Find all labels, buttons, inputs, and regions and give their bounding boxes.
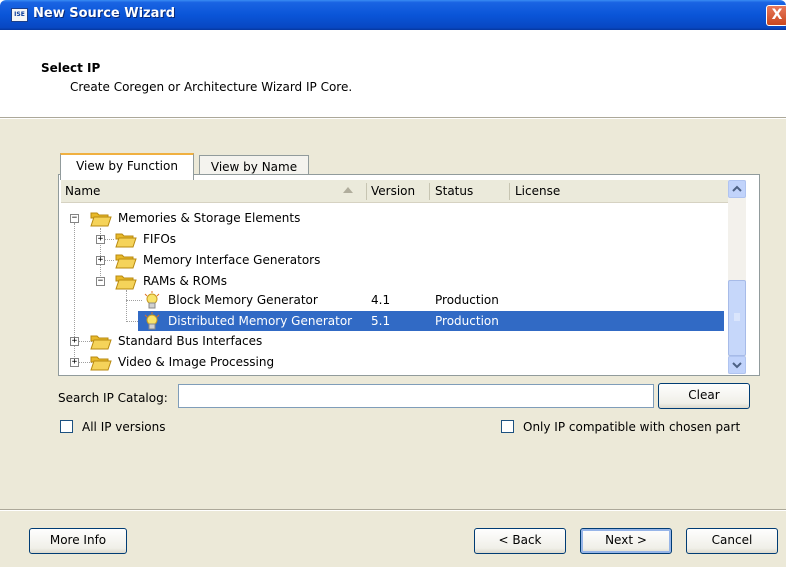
- wizard-header: Select IP Create Coregen or Architecture…: [0, 30, 786, 118]
- column-license-label: License: [515, 184, 561, 198]
- tree-item-memory-interface-generators[interactable]: Memory Interface Generators: [143, 250, 320, 270]
- scroll-thumb[interactable]: [728, 280, 746, 356]
- all-ip-versions-checkbox[interactable]: [60, 420, 73, 433]
- cancel-button[interactable]: Cancel: [686, 528, 778, 554]
- tree-line: [104, 239, 114, 240]
- compatible-part-label: Only IP compatible with chosen part: [523, 420, 741, 434]
- column-name-label: Name: [65, 184, 101, 198]
- folder-open-icon: [90, 335, 112, 350]
- search-label: Search IP Catalog:: [58, 391, 168, 405]
- tree-line: [126, 290, 127, 320]
- vertical-scrollbar[interactable]: [728, 180, 746, 374]
- chevron-down-icon: [732, 362, 742, 369]
- collapse-icon[interactable]: −: [96, 277, 105, 286]
- tree-item-fifos[interactable]: FIFOs: [143, 229, 176, 249]
- folder-open-icon: [115, 254, 137, 269]
- status-cell: Production: [435, 314, 499, 328]
- tree-item-memories-storage[interactable]: Memories & Storage Elements: [118, 208, 300, 228]
- page-subtitle: Create Coregen or Architecture Wizard IP…: [70, 80, 353, 94]
- close-button[interactable]: X: [766, 5, 786, 26]
- expand-icon[interactable]: +: [96, 256, 105, 265]
- tree-line: [104, 260, 114, 261]
- more-info-button[interactable]: More Info: [29, 528, 127, 554]
- tree-item-block-memory-generator[interactable]: Block Memory Generator: [168, 290, 318, 310]
- column-header-status[interactable]: Status: [429, 180, 509, 203]
- column-divider: [509, 183, 510, 200]
- tree-item-standard-bus-interfaces[interactable]: Standard Bus Interfaces: [118, 331, 262, 351]
- sort-ascending-icon: [343, 187, 353, 193]
- folder-open-icon: [90, 356, 112, 371]
- column-header-version[interactable]: Version: [366, 180, 429, 203]
- column-status-label: Status: [435, 184, 474, 198]
- compatible-part-checkbox[interactable]: [501, 420, 514, 433]
- tab-view-by-function[interactable]: View by Function: [60, 153, 194, 180]
- column-header-license[interactable]: License: [509, 180, 728, 203]
- tree-line: [126, 300, 142, 301]
- divider: [0, 510, 786, 511]
- clear-button[interactable]: Clear: [658, 383, 750, 409]
- collapse-icon[interactable]: −: [70, 214, 79, 223]
- scroll-up-button[interactable]: [728, 180, 746, 198]
- ip-core-icon: [144, 312, 160, 330]
- expand-icon[interactable]: +: [70, 337, 79, 346]
- title-bar: ISE New Source Wizard X: [0, 0, 786, 30]
- grip-icon: [734, 313, 740, 321]
- folder-open-icon: [115, 233, 137, 248]
- tree-item-rams-roms[interactable]: RAMs & ROMs: [143, 271, 227, 291]
- expand-icon[interactable]: +: [70, 358, 79, 367]
- app-icon: ISE: [11, 8, 28, 22]
- folder-open-icon: [115, 275, 137, 290]
- tree-item-distributed-memory-generator[interactable]: Distributed Memory Generator: [168, 311, 352, 331]
- folder-open-icon: [90, 212, 112, 227]
- next-button[interactable]: Next >: [580, 528, 672, 554]
- column-divider: [366, 183, 367, 200]
- column-header-name[interactable]: Name: [61, 180, 366, 203]
- expand-icon[interactable]: +: [96, 235, 105, 244]
- column-version-label: Version: [371, 184, 416, 198]
- chevron-up-icon: [732, 185, 742, 192]
- back-button[interactable]: < Back: [474, 528, 566, 554]
- window-title: New Source Wizard: [33, 6, 176, 21]
- version-cell: 4.1: [371, 293, 391, 307]
- all-ip-versions-label: All IP versions: [82, 420, 166, 434]
- scroll-down-button[interactable]: [728, 356, 746, 374]
- status-cell: Production: [435, 293, 499, 307]
- tree-item-video-image-processing[interactable]: Video & Image Processing: [118, 352, 274, 372]
- ip-core-icon: [144, 291, 160, 309]
- page-title: Select IP: [41, 61, 101, 75]
- column-divider: [429, 183, 430, 200]
- search-input[interactable]: [178, 384, 654, 408]
- version-cell: 5.1: [371, 314, 391, 328]
